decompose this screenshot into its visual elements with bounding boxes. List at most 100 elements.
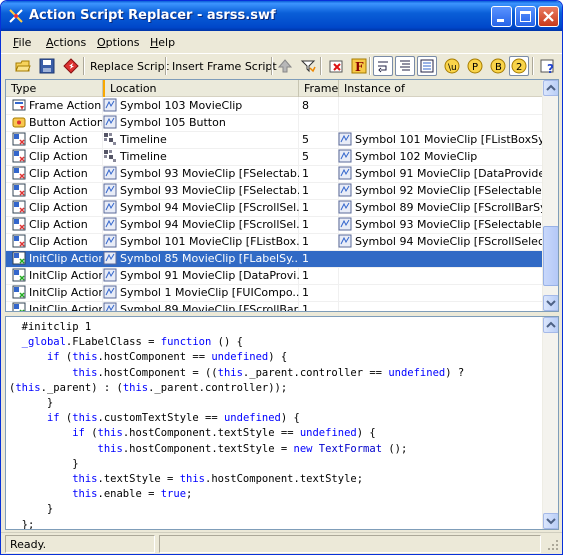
word-wrap-button[interactable]: [373, 56, 393, 76]
column-location[interactable]: Location: [103, 80, 299, 97]
filter-icon: [300, 60, 316, 73]
table-row[interactable]: Frame Action Symbol 103 MovieClip 8: [6, 98, 544, 115]
code-scrollbar[interactable]: [542, 317, 558, 529]
code-text[interactable]: #initclip 1 _global.FLabelClass = functi…: [9, 320, 541, 529]
upload-icon: [277, 59, 293, 73]
p-button[interactable]: P: [465, 56, 485, 76]
table-row[interactable]: Clip Action Symbol 101 MovieClip [FListBo…: [6, 234, 544, 251]
table-row[interactable]: InitClip Action Symbol 91 MovieClip [Data…: [6, 268, 544, 285]
code-line: }: [9, 457, 79, 470]
table-row[interactable]: InitClip Action Symbol 85 MovieClip [FLab…: [6, 251, 544, 268]
upload-button[interactable]: [275, 56, 295, 76]
font-button[interactable]: F: [349, 56, 369, 76]
cell-location-text: Symbol 1 MovieClip [FUICompo...: [120, 286, 299, 299]
menu-actions[interactable]: Actions: [46, 36, 86, 49]
cell-location-text: Symbol 94 MovieClip [FScrollSel...: [120, 201, 299, 214]
menu-help[interactable]: Help: [150, 36, 175, 49]
script-list[interactable]: Type Location Frame Instance of Frame Ac…: [5, 79, 559, 312]
cell-location-text: Symbol 91 MovieClip [DataProvi...: [120, 269, 299, 282]
cell-location-text: Symbol 93 MovieClip [FSelectab...: [120, 184, 299, 197]
list-view-button[interactable]: [417, 56, 437, 76]
menu-file[interactable]: File: [13, 36, 31, 49]
column-frame[interactable]: Frame: [299, 80, 339, 97]
cell-instance-text: Symbol 89 MovieClip [FScrollBarSy...: [355, 201, 544, 214]
table-row[interactable]: Clip Action Symbol 94 MovieClip [FScrollS…: [6, 200, 544, 217]
scroll-thumb[interactable]: [543, 226, 558, 286]
replace-script-button[interactable]: Replace Script: [87, 56, 172, 76]
open-button[interactable]: [13, 56, 33, 76]
code-line: if (this.hostComponent.textStyle == unde…: [72, 427, 376, 440]
table-row[interactable]: Clip Action Symbol 93 MovieClip [FSelecta…: [6, 183, 544, 200]
code-line: if (this.customTextStyle == undefined) {: [46, 412, 300, 425]
code-scroll-up-button[interactable]: [543, 317, 558, 333]
menu-bar: File Actions Options Help: [1, 32, 562, 52]
menu-options[interactable]: Options: [97, 36, 139, 49]
cell-type-text: Clip Action: [29, 167, 88, 180]
two-button[interactable]: 2: [509, 56, 529, 76]
movieclip-icon: [103, 115, 117, 129]
b-button[interactable]: B: [488, 56, 508, 76]
help-button[interactable]: ?: [538, 56, 558, 76]
chevron-down-icon: [546, 518, 556, 525]
u-button[interactable]: \u: [442, 56, 462, 76]
column-instance-of[interactable]: Instance of: [339, 80, 544, 97]
column-type[interactable]: Type: [6, 80, 103, 97]
insert-frame-script-button[interactable]: Insert Frame Script: [169, 56, 280, 76]
cell-frame: 1: [302, 251, 338, 268]
title-bar[interactable]: Action Script Replacer - asrss.swf: [1, 1, 562, 31]
delete-button[interactable]: [326, 56, 346, 76]
cell-location-text: Symbol 93 MovieClip [FSelectab...: [120, 167, 299, 180]
table-row[interactable]: Clip Action Symbol 94 MovieClip [FScrollS…: [6, 217, 544, 234]
table-row[interactable]: Clip Action Timeline 5 Symbol 101 MovieClip…: [6, 132, 544, 149]
svg-text:2: 2: [516, 62, 522, 73]
minimize-button[interactable]: [491, 6, 512, 27]
scroll-up-button[interactable]: [543, 80, 558, 96]
cell-location: Symbol 93 MovieClip [FSelectab...: [103, 166, 299, 183]
code-editor[interactable]: #initclip 1 _global.FLabelClass = functi…: [5, 316, 559, 530]
cell-type-text: Frame Action: [29, 99, 102, 112]
u-icon: \u: [444, 58, 460, 74]
close-button[interactable]: [538, 6, 559, 27]
svg-text:P: P: [472, 62, 478, 73]
cell-location-text: Symbol 85 MovieClip [FLabelSy...: [120, 252, 299, 265]
b-icon: B: [490, 58, 506, 74]
align-button[interactable]: [395, 56, 415, 76]
maximize-icon: [520, 11, 531, 22]
status-pane: [159, 535, 541, 553]
table-row[interactable]: Button Action Symbol 105 Button: [6, 115, 544, 132]
filter-button[interactable]: [298, 56, 318, 76]
app-window: Action Script Replacer - asrss.swf File …: [0, 0, 563, 555]
cell-type-text: Clip Action: [29, 184, 88, 197]
movieclip-icon: [103, 166, 117, 180]
timeline-icon: [104, 133, 116, 145]
clip-action-icon: [12, 166, 26, 180]
cell-location: Symbol 91 MovieClip [DataProvi...: [103, 268, 299, 285]
table-row[interactable]: Clip Action Symbol 93 MovieClip [FSelecta…: [6, 166, 544, 183]
cell-type: InitClip Action: [12, 285, 102, 302]
toolbar-separator: [165, 57, 167, 75]
table-row[interactable]: Clip Action Timeline 5 Symbol 102 MovieClip: [6, 149, 544, 166]
chevron-down-icon: [546, 300, 556, 307]
flash-button[interactable]: [61, 56, 81, 76]
cell-instance: [338, 115, 544, 132]
movieclip-icon: [103, 234, 117, 248]
cell-frame-text: 1: [302, 252, 309, 265]
code-line: this.hostComponent = ((this._parent.cont…: [72, 366, 465, 379]
maximize-button[interactable]: [515, 6, 536, 27]
code-scroll-down-button[interactable]: [543, 513, 558, 529]
table-row[interactable]: InitClip Action Symbol 89 MovieClip [FScr…: [6, 302, 544, 311]
resize-grip-icon[interactable]: [547, 539, 559, 551]
cell-instance-text: Symbol 91 MovieClip [DataProvider...: [355, 167, 544, 180]
code-line: _global.FLabelClass = function () {: [21, 336, 243, 349]
code-line: this.hostComponent.textStyle = new TextF…: [97, 442, 408, 455]
scroll-down-button[interactable]: [543, 295, 558, 311]
flash-icon: [63, 58, 79, 74]
cell-type-text: Clip Action: [29, 150, 88, 163]
svg-text:B: B: [495, 62, 502, 73]
save-button[interactable]: [37, 56, 57, 76]
chevron-up-icon: [546, 321, 556, 328]
table-row[interactable]: InitClip Action Symbol 1 MovieClip [FUICo…: [6, 285, 544, 302]
cell-location: Symbol 89 MovieClip [FScrollBar...: [103, 302, 299, 311]
movieclip-icon: [338, 200, 352, 214]
list-scrollbar[interactable]: [542, 80, 558, 311]
